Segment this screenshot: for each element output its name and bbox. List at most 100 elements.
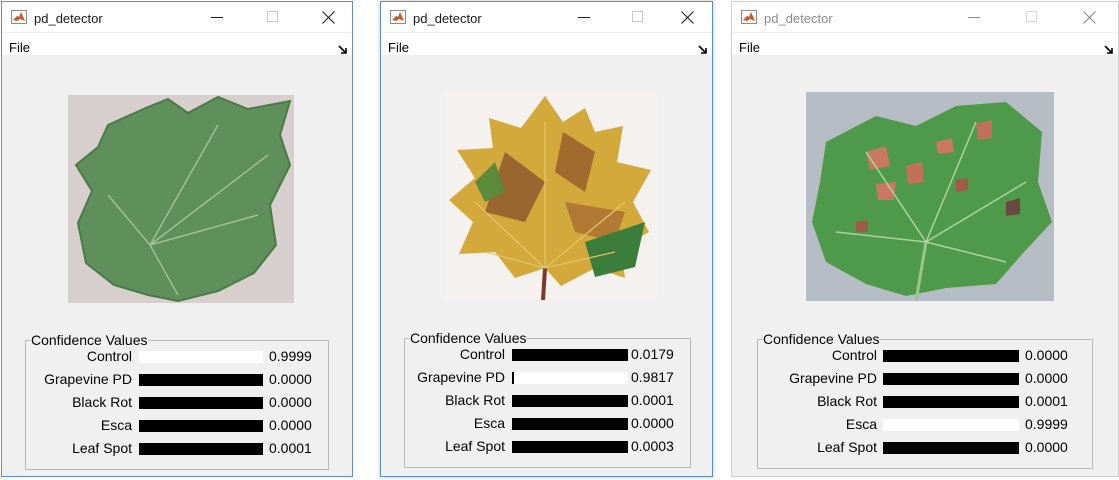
result-label: Leaf Spot (817, 439, 877, 455)
minimize-icon (578, 17, 590, 18)
close-icon (1083, 11, 1096, 24)
bar-fill (512, 395, 628, 407)
confidence-bar (512, 441, 628, 453)
result-label: Black Rot (817, 393, 877, 409)
confidence-bar (883, 419, 1019, 431)
close-icon (681, 11, 694, 24)
title-bar[interactable]: pd_detector (2, 2, 352, 32)
result-value: 0.0000 (1025, 370, 1068, 386)
close-button[interactable] (664, 2, 710, 32)
result-value: 0.0000 (1025, 347, 1068, 363)
minimize-button[interactable] (951, 2, 997, 32)
result-row-grapevine-pd: Grapevine PD 0.9817 (405, 367, 690, 389)
result-label: Control (86, 348, 132, 364)
result-row-black-rot: Black Rot 0.0001 (758, 391, 1092, 413)
dock-button[interactable] (338, 42, 348, 54)
window-title: pd_detector (34, 11, 103, 26)
menu-file[interactable]: File (388, 40, 409, 55)
bar-fill (512, 441, 628, 453)
result-label: Leaf Spot (72, 440, 132, 456)
menu-file[interactable]: File (739, 40, 760, 55)
bar-fill (512, 349, 628, 361)
confidence-values-panel: Confidence Values Control 0.9999 Grapevi… (25, 332, 329, 470)
maximize-button[interactable] (615, 2, 661, 32)
confidence-bar (139, 351, 263, 363)
result-value: 0.0179 (631, 346, 674, 362)
title-bar[interactable]: pd_detector (732, 2, 1118, 32)
result-label: Control (831, 347, 877, 363)
result-row-grapevine-pd: Grapevine PD 0.0000 (758, 368, 1092, 390)
result-value: 0.9999 (269, 348, 312, 364)
confidence-values-panel: Confidence Values Control 0.0179 Grapevi… (404, 330, 691, 468)
matlab-icon (11, 10, 27, 24)
title-bar[interactable]: pd_detector (381, 2, 712, 32)
result-row-black-rot: Black Rot 0.0001 (405, 390, 690, 412)
menu-bar: File (381, 33, 712, 55)
result-label: Black Rot (72, 394, 132, 410)
result-row-control: Control 0.0179 (405, 344, 690, 366)
close-icon (322, 11, 335, 24)
window-title: pd_detector (413, 11, 482, 26)
result-row-grapevine-pd: Grapevine PD 0.0000 (26, 369, 328, 391)
matlab-icon (390, 10, 406, 24)
result-value: 0.0000 (1025, 439, 1068, 455)
figure-window-2: pd_detector File Confidence Values Contr… (380, 1, 713, 477)
dock-button[interactable] (1104, 42, 1114, 54)
bar-fill (883, 373, 1019, 385)
figure-window-3: pd_detector File Confidence Values Contr… (731, 1, 1119, 477)
leaf-image (806, 92, 1054, 301)
confidence-bar (512, 372, 628, 384)
maximize-icon (632, 11, 643, 22)
menu-file[interactable]: File (9, 40, 30, 55)
result-label: Esca (845, 416, 877, 432)
bar-fill (139, 443, 263, 455)
leaf-image (445, 92, 657, 300)
window-title: pd_detector (764, 11, 833, 26)
result-row-esca: Esca 0.0000 (405, 413, 690, 435)
result-value: 0.0003 (631, 438, 674, 454)
minimize-button[interactable] (194, 2, 240, 32)
confidence-bar (139, 443, 263, 455)
maximize-icon (1026, 11, 1037, 22)
bar-fill (512, 372, 515, 384)
result-value: 0.0001 (1025, 393, 1068, 409)
close-button[interactable] (305, 2, 351, 32)
dock-arrow-icon (1104, 45, 1113, 54)
minimize-icon (968, 17, 980, 18)
confidence-bar (512, 349, 628, 361)
dock-button[interactable] (698, 42, 708, 54)
result-row-black-rot: Black Rot 0.0000 (26, 392, 328, 414)
minimize-button[interactable] (561, 2, 607, 32)
maximize-button[interactable] (250, 2, 296, 32)
close-button[interactable] (1066, 2, 1112, 32)
result-value: 0.0001 (269, 440, 312, 456)
result-value: 0.0000 (269, 371, 312, 387)
result-row-esca: Esca 0.9999 (758, 414, 1092, 436)
maximize-button[interactable] (1009, 2, 1055, 32)
result-row-control: Control 0.9999 (26, 346, 328, 368)
result-label: Esca (100, 417, 132, 433)
result-label: Grapevine PD (417, 369, 505, 385)
minimize-icon (211, 17, 223, 18)
result-value: 0.0001 (631, 392, 674, 408)
result-value: 0.9817 (631, 369, 674, 385)
result-label: Control (459, 346, 505, 362)
maximize-icon (267, 11, 278, 22)
bar-fill (883, 396, 1019, 408)
figure-window-1: pd_detector File Confidence Values Contr… (1, 1, 353, 477)
leaf-image (68, 95, 294, 303)
bar-fill (883, 350, 1019, 362)
matlab-icon (741, 10, 757, 24)
confidence-values-panel: Confidence Values Control 0.0000 Grapevi… (757, 331, 1093, 469)
confidence-bar (512, 418, 628, 430)
bar-fill (139, 420, 263, 432)
bar-fill (512, 418, 628, 430)
result-label: Leaf Spot (445, 438, 505, 454)
result-value: 0.9999 (1025, 416, 1068, 432)
result-row-leaf-spot: Leaf Spot 0.0001 (26, 438, 328, 460)
bar-fill (883, 442, 1019, 454)
result-value: 0.0000 (631, 415, 674, 431)
result-row-control: Control 0.0000 (758, 345, 1092, 367)
confidence-bar (512, 395, 628, 407)
result-label: Grapevine PD (44, 371, 132, 387)
